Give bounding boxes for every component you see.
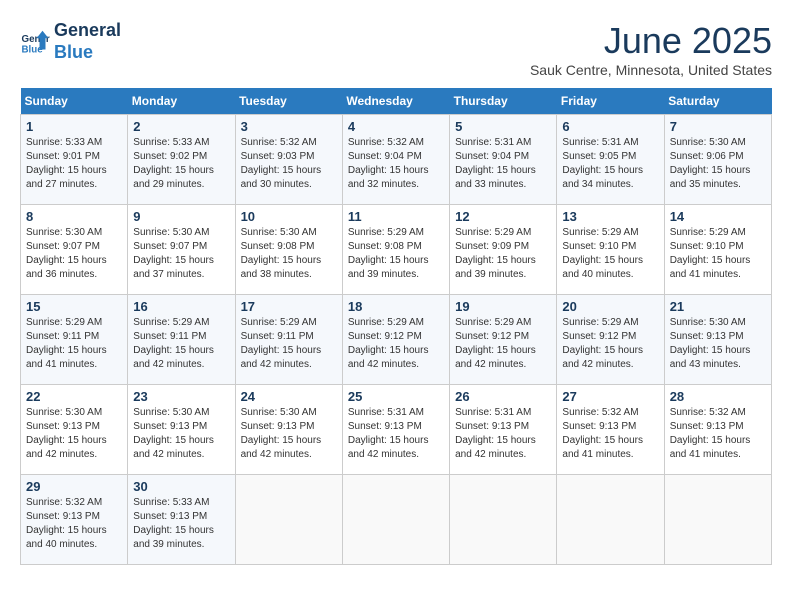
weekday-header-saturday: Saturday: [664, 88, 771, 115]
calendar-day-7: 7Sunrise: 5:30 AMSunset: 9:06 PMDaylight…: [664, 115, 771, 205]
weekday-header-wednesday: Wednesday: [342, 88, 449, 115]
logo-icon: General Blue: [20, 27, 50, 57]
calendar-day-29: 29Sunrise: 5:32 AMSunset: 9:13 PMDayligh…: [21, 475, 128, 565]
calendar-day-21: 21Sunrise: 5:30 AMSunset: 9:13 PMDayligh…: [664, 295, 771, 385]
calendar-day-14: 14Sunrise: 5:29 AMSunset: 9:10 PMDayligh…: [664, 205, 771, 295]
calendar-day-1: 1Sunrise: 5:33 AMSunset: 9:01 PMDaylight…: [21, 115, 128, 205]
calendar-day-8: 8Sunrise: 5:30 AMSunset: 9:07 PMDaylight…: [21, 205, 128, 295]
calendar-empty: [557, 475, 664, 565]
calendar-day-6: 6Sunrise: 5:31 AMSunset: 9:05 PMDaylight…: [557, 115, 664, 205]
calendar-week-2: 8Sunrise: 5:30 AMSunset: 9:07 PMDaylight…: [21, 205, 772, 295]
calendar-empty: [450, 475, 557, 565]
weekday-header-row: SundayMondayTuesdayWednesdayThursdayFrid…: [21, 88, 772, 115]
calendar-day-13: 13Sunrise: 5:29 AMSunset: 9:10 PMDayligh…: [557, 205, 664, 295]
calendar-day-2: 2Sunrise: 5:33 AMSunset: 9:02 PMDaylight…: [128, 115, 235, 205]
calendar-day-12: 12Sunrise: 5:29 AMSunset: 9:09 PMDayligh…: [450, 205, 557, 295]
weekday-header-sunday: Sunday: [21, 88, 128, 115]
logo-text: GeneralBlue: [54, 20, 121, 63]
weekday-header-monday: Monday: [128, 88, 235, 115]
calendar-day-18: 18Sunrise: 5:29 AMSunset: 9:12 PMDayligh…: [342, 295, 449, 385]
calendar-day-26: 26Sunrise: 5:31 AMSunset: 9:13 PMDayligh…: [450, 385, 557, 475]
page-header: General Blue GeneralBlue June 2025 Sauk …: [20, 20, 772, 78]
logo: General Blue GeneralBlue: [20, 20, 121, 63]
calendar-empty: [664, 475, 771, 565]
calendar-day-11: 11Sunrise: 5:29 AMSunset: 9:08 PMDayligh…: [342, 205, 449, 295]
calendar-empty: [235, 475, 342, 565]
calendar-day-19: 19Sunrise: 5:29 AMSunset: 9:12 PMDayligh…: [450, 295, 557, 385]
calendar-day-9: 9Sunrise: 5:30 AMSunset: 9:07 PMDaylight…: [128, 205, 235, 295]
calendar-day-27: 27Sunrise: 5:32 AMSunset: 9:13 PMDayligh…: [557, 385, 664, 475]
weekday-header-friday: Friday: [557, 88, 664, 115]
calendar-day-4: 4Sunrise: 5:32 AMSunset: 9:04 PMDaylight…: [342, 115, 449, 205]
title-block: June 2025 Sauk Centre, Minnesota, United…: [530, 20, 772, 78]
calendar-day-22: 22Sunrise: 5:30 AMSunset: 9:13 PMDayligh…: [21, 385, 128, 475]
weekday-header-thursday: Thursday: [450, 88, 557, 115]
calendar-day-16: 16Sunrise: 5:29 AMSunset: 9:11 PMDayligh…: [128, 295, 235, 385]
calendar-day-3: 3Sunrise: 5:32 AMSunset: 9:03 PMDaylight…: [235, 115, 342, 205]
calendar-table: SundayMondayTuesdayWednesdayThursdayFrid…: [20, 88, 772, 565]
weekday-header-tuesday: Tuesday: [235, 88, 342, 115]
calendar-day-10: 10Sunrise: 5:30 AMSunset: 9:08 PMDayligh…: [235, 205, 342, 295]
calendar-day-30: 30Sunrise: 5:33 AMSunset: 9:13 PMDayligh…: [128, 475, 235, 565]
calendar-day-5: 5Sunrise: 5:31 AMSunset: 9:04 PMDaylight…: [450, 115, 557, 205]
calendar-day-15: 15Sunrise: 5:29 AMSunset: 9:11 PMDayligh…: [21, 295, 128, 385]
calendar-week-4: 22Sunrise: 5:30 AMSunset: 9:13 PMDayligh…: [21, 385, 772, 475]
calendar-day-28: 28Sunrise: 5:32 AMSunset: 9:13 PMDayligh…: [664, 385, 771, 475]
calendar-day-17: 17Sunrise: 5:29 AMSunset: 9:11 PMDayligh…: [235, 295, 342, 385]
calendar-empty: [342, 475, 449, 565]
calendar-week-3: 15Sunrise: 5:29 AMSunset: 9:11 PMDayligh…: [21, 295, 772, 385]
calendar-week-1: 1Sunrise: 5:33 AMSunset: 9:01 PMDaylight…: [21, 115, 772, 205]
calendar-day-20: 20Sunrise: 5:29 AMSunset: 9:12 PMDayligh…: [557, 295, 664, 385]
month-title: June 2025: [530, 20, 772, 62]
location: Sauk Centre, Minnesota, United States: [530, 62, 772, 78]
calendar-day-24: 24Sunrise: 5:30 AMSunset: 9:13 PMDayligh…: [235, 385, 342, 475]
calendar-day-23: 23Sunrise: 5:30 AMSunset: 9:13 PMDayligh…: [128, 385, 235, 475]
calendar-day-25: 25Sunrise: 5:31 AMSunset: 9:13 PMDayligh…: [342, 385, 449, 475]
calendar-week-5: 29Sunrise: 5:32 AMSunset: 9:13 PMDayligh…: [21, 475, 772, 565]
